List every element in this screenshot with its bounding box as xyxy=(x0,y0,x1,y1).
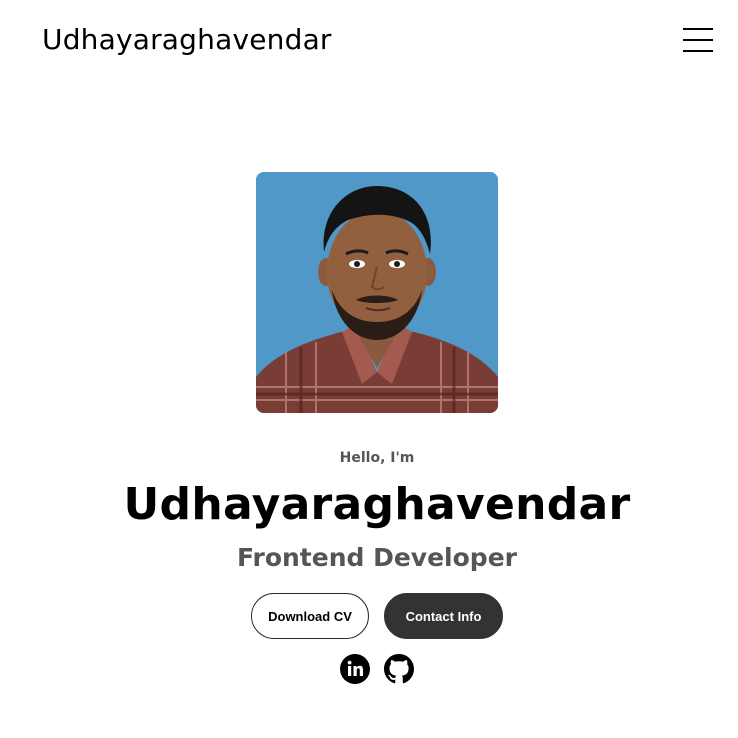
profile-portrait-image xyxy=(256,172,498,413)
portfolio-page: Udhayaraghavendar Hello, I'm Udhayaragha… xyxy=(0,0,738,738)
contact-info-button[interactable]: Contact Info xyxy=(384,593,503,639)
menu-bar xyxy=(683,50,713,52)
hero-name: Udhayaraghavendar xyxy=(123,479,631,530)
hamburger-menu-icon[interactable] xyxy=(683,28,713,52)
github-icon[interactable] xyxy=(384,654,414,684)
site-logo[interactable]: Udhayaraghavendar xyxy=(42,20,332,60)
menu-bar xyxy=(683,39,713,41)
hero-greeting: Hello, I'm xyxy=(339,450,415,466)
menu-bar xyxy=(683,28,713,30)
download-cv-button[interactable]: Download CV xyxy=(251,593,369,639)
profile-photo xyxy=(256,172,498,413)
hero-role: Frontend Developer xyxy=(237,543,517,572)
linkedin-icon[interactable] xyxy=(340,654,370,684)
